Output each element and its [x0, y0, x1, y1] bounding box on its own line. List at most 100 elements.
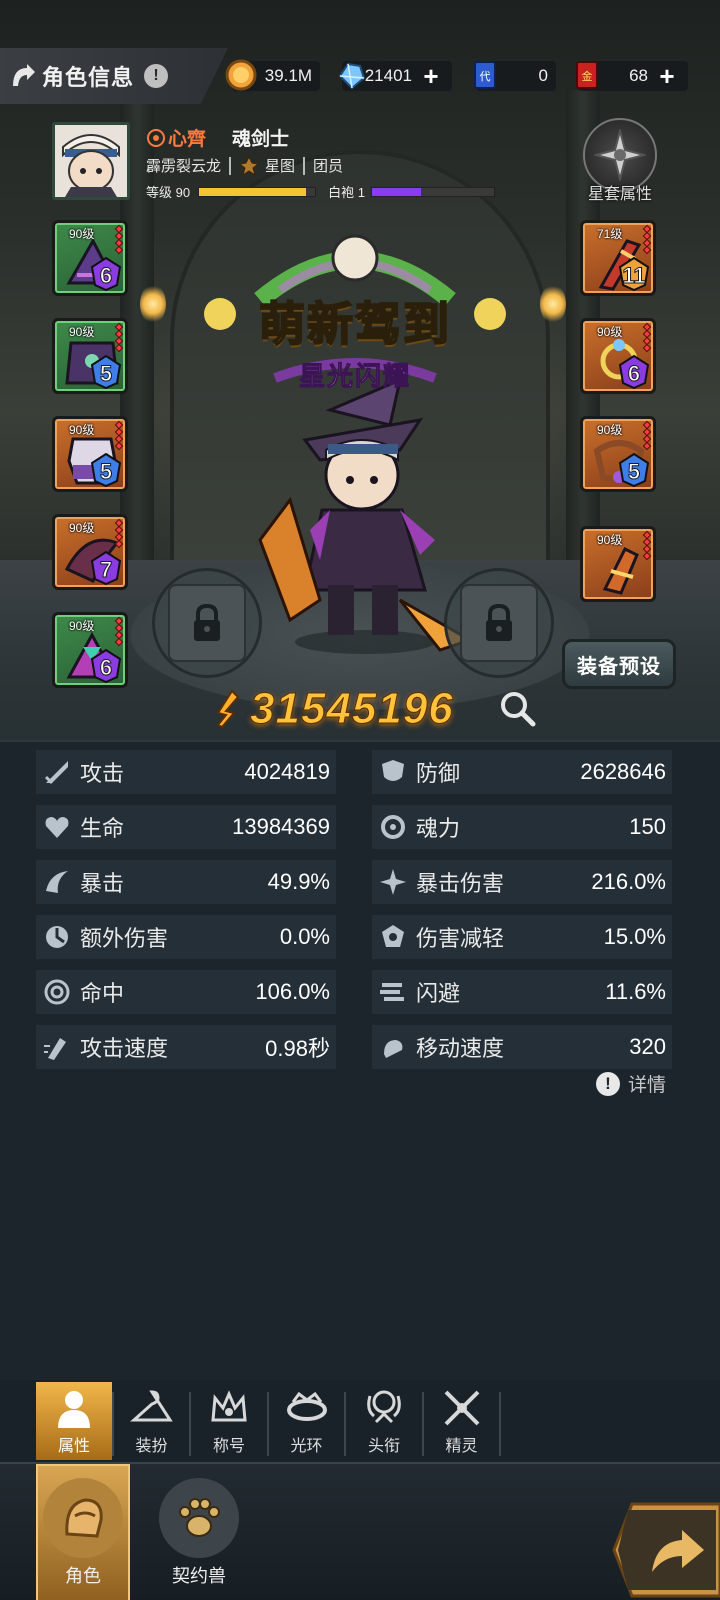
- stat-label: 闪避: [416, 981, 461, 1006]
- crit-damage-icon: [380, 869, 406, 895]
- locked-slot-right[interactable]: [444, 568, 554, 678]
- tab-person[interactable]: 属性: [36, 1382, 112, 1460]
- stat-row: 生命 13984369: [36, 805, 336, 849]
- details-info-icon: !: [596, 1071, 620, 1096]
- character-icon: [43, 1478, 123, 1558]
- stat-value: 13984369: [232, 814, 330, 839]
- tab-halo[interactable]: 光环: [269, 1382, 345, 1460]
- equipment-star-count: 6: [99, 655, 113, 681]
- stat-row: 暴击伤害 216.0%: [372, 860, 672, 904]
- equipment-slot[interactable]: 90级 6: [52, 220, 128, 296]
- stat-label: 魂力: [416, 816, 461, 841]
- nav-contract-beast[interactable]: 契约兽: [152, 1464, 246, 1600]
- tab-label: 装扮: [135, 1438, 168, 1455]
- equipment-slot[interactable]: 90级 5: [580, 416, 656, 492]
- equipment-slot[interactable]: 90级 6: [580, 318, 656, 394]
- equipment-slot[interactable]: 90级 5: [52, 318, 128, 394]
- details-label: 详情: [628, 1075, 667, 1096]
- tab-separator: [421, 1392, 424, 1456]
- gold-card-amount: 68: [629, 66, 648, 85]
- equipment-star-count: 5: [627, 459, 641, 485]
- divider: [229, 156, 232, 175]
- locked-slot-left[interactable]: [152, 568, 262, 678]
- details-link[interactable]: ! 详情: [596, 1070, 666, 1097]
- character-info-screen: 角色信息 ! 39.1M 21401 + 代 0 金 68 + 心齊 魂剑士 霹…: [0, 0, 720, 1600]
- character-portrait[interactable]: [52, 122, 130, 200]
- tab-sprite[interactable]: 精灵: [424, 1382, 500, 1460]
- page-title: 角色信息: [42, 65, 135, 90]
- head-ornament-icon: [367, 1390, 401, 1424]
- hanger-icon: [129, 1390, 173, 1422]
- stat-value: 0.0%: [279, 924, 330, 949]
- gold-card-icon: 金: [576, 61, 598, 89]
- next-page-button[interactable]: [612, 1500, 720, 1600]
- crit-icon: [46, 871, 68, 893]
- stat-row: 魂力 150: [372, 805, 672, 849]
- tab-head-ornament[interactable]: 头衔: [346, 1382, 422, 1460]
- crown-icon: [211, 1390, 247, 1422]
- star-map-label[interactable]: 星图: [265, 155, 295, 176]
- back-arrow-icon[interactable]: [8, 61, 38, 91]
- sub-tab-bar: 属性 装扮 称号 光环 头衔 精灵: [0, 1380, 720, 1462]
- character-class: 魂剑士: [232, 129, 290, 150]
- info-icon[interactable]: !: [144, 64, 169, 88]
- tab-label: 称号: [212, 1438, 245, 1455]
- equipment-slot[interactable]: 90级 7: [52, 514, 128, 590]
- equipment-slot[interactable]: 71级 11: [580, 220, 656, 296]
- guild-role: 团员: [313, 158, 344, 175]
- enhance-pips: [642, 420, 652, 451]
- stat-value: 150: [629, 814, 666, 839]
- enhance-pips: [642, 224, 652, 255]
- tab-hanger[interactable]: 装扮: [114, 1382, 190, 1460]
- target-icon: [44, 979, 70, 1005]
- voucher-card-icon: 代: [474, 61, 496, 89]
- equipment-slot[interactable]: 90级 6: [52, 612, 128, 688]
- stat-label: 暴击伤害: [416, 871, 505, 896]
- equipment-level: 90级: [597, 533, 623, 547]
- stat-row: 额外伤害 0.0%: [36, 915, 336, 959]
- enhance-pips: [114, 420, 124, 451]
- stat-value: 15.0%: [603, 924, 666, 949]
- equipment-preset-button[interactable]: 装备预设: [562, 639, 676, 689]
- equipment-slot[interactable]: 90级: [580, 526, 656, 602]
- equipment-level: 90级: [597, 423, 623, 437]
- tab-crown[interactable]: 称号: [191, 1382, 267, 1460]
- halo-icon: [286, 1391, 327, 1421]
- equipment-star-count: 5: [99, 459, 113, 485]
- gold-card-currency: 金 68 +: [576, 61, 688, 91]
- stat-value: 106.0%: [255, 979, 330, 1004]
- search-icon[interactable]: [497, 688, 537, 728]
- star-set-button[interactable]: 星套属性: [578, 118, 662, 208]
- stat-row: 攻击速度 0.98秒: [36, 1025, 336, 1069]
- enhance-pips: [114, 616, 124, 647]
- equipment-star-count: 11: [622, 263, 646, 289]
- level-progress-bar: [198, 186, 317, 197]
- add-crystal-button[interactable]: +: [418, 63, 444, 89]
- equipment-level: 90级: [69, 325, 95, 339]
- tab-label: 属性: [57, 1438, 90, 1455]
- lock-icon: [460, 584, 538, 662]
- paw-icon: [159, 1478, 239, 1558]
- equipment-star-count: 5: [99, 361, 113, 387]
- nav-contract-beast-label: 契约兽: [172, 1566, 226, 1586]
- stat-label: 移动速度: [416, 1036, 505, 1061]
- stat-row: 伤害减轻 15.0%: [372, 915, 672, 959]
- shield-icon: [382, 760, 404, 781]
- nav-character[interactable]: 角色: [36, 1464, 130, 1600]
- extra-damage-icon: [46, 926, 68, 948]
- equipment-slot[interactable]: 90级 5: [52, 416, 128, 492]
- crystal-amount: 21401: [364, 66, 412, 85]
- enhance-pips: [114, 224, 124, 255]
- stat-value: 320: [629, 1034, 666, 1059]
- svg-text:金: 金: [582, 69, 593, 83]
- stat-label: 防御: [416, 761, 461, 786]
- stat-label: 攻击: [80, 761, 125, 786]
- enhance-pips: [642, 322, 652, 353]
- stat-row: 闪避 11.6%: [372, 970, 672, 1014]
- add-gold-card-button[interactable]: +: [654, 63, 680, 89]
- stat-label: 额外伤害: [80, 926, 169, 951]
- heart-icon: [45, 817, 69, 838]
- sprite-icon: [444, 1390, 479, 1426]
- equipment-star-count: 6: [99, 263, 113, 289]
- character-sub-row: 霹雳裂云龙 星图 团员: [146, 155, 343, 176]
